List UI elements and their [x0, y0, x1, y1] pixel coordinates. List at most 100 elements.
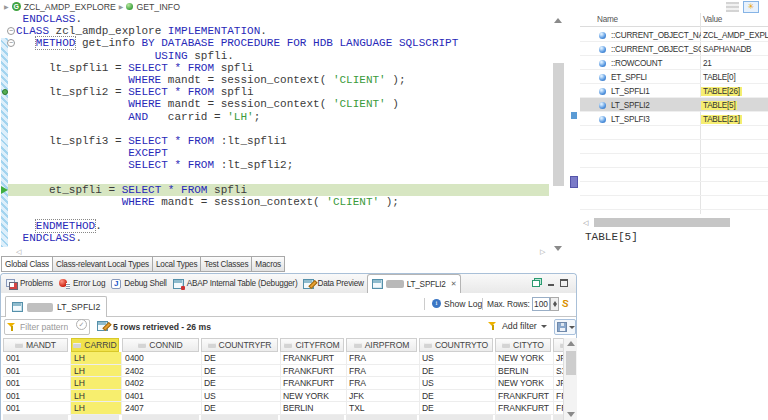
- scrollbar-thumb[interactable]: [566, 351, 576, 375]
- table-cell[interactable]: 001: [3, 377, 71, 390]
- table-cell[interactable]: 0400: [122, 352, 202, 365]
- show-log-link[interactable]: Show Log: [444, 299, 482, 309]
- table-cell[interactable]: FRANKFURT: [280, 377, 347, 390]
- column-header-connid[interactable]: CONNID: [122, 338, 199, 352]
- editor-tab-global-class[interactable]: Global Class: [1, 256, 53, 272]
- table-cell[interactable]: DE: [419, 365, 496, 378]
- chevron-right-icon[interactable]: ▶: [4, 3, 9, 10]
- table-cell[interactable]: TXL: [346, 402, 420, 415]
- column-header-cityfrom[interactable]: CITYFROM: [280, 338, 344, 352]
- collapse-all-icon[interactable]: [726, 2, 739, 12]
- table-cell[interactable]: DE: [201, 402, 281, 415]
- info-icon[interactable]: i: [432, 299, 441, 308]
- table-cell[interactable]: LH: [71, 365, 122, 378]
- table-cell[interactable]: 0402: [122, 377, 202, 390]
- scrollbar-thumb[interactable]: [553, 63, 564, 186]
- variables-hscrollbar[interactable]: ◁: [580, 217, 768, 229]
- table-cell[interactable]: NEW YORK: [495, 377, 554, 390]
- table-cell[interactable]: BERLIN: [495, 365, 554, 378]
- view-tab-debug-shell[interactable]: JDebug Shell: [108, 274, 169, 293]
- breadcrumb-method[interactable]: GET_INFO: [136, 2, 179, 12]
- name-column-header[interactable]: Name: [597, 15, 618, 24]
- table-cell[interactable]: 001: [3, 352, 71, 365]
- variable-row[interactable]: LT_SPLFI3TABLE[21]: [580, 112, 768, 126]
- column-header-countryfr[interactable]: COUNTRYFR: [201, 338, 278, 352]
- column-header-countryto[interactable]: COUNTRYTO: [419, 338, 493, 352]
- table-cell[interactable]: 001: [3, 402, 71, 415]
- overview-ruler-marker[interactable]: [570, 176, 578, 188]
- editor-tab-class-relevant-local-types[interactable]: Class-relevant Local Types: [53, 256, 153, 272]
- table-cell[interactable]: DE: [201, 365, 281, 378]
- fold-collapse-icon[interactable]: −: [7, 27, 15, 35]
- maximize-icon[interactable]: [560, 279, 568, 287]
- view-tab-data-preview[interactable]: Data Preview: [300, 274, 366, 293]
- breadcrumb-class[interactable]: ZCL_AMDP_EXPLORE: [24, 2, 116, 12]
- code-text[interactable]: ENDCLASS.CLASS zcl_amdp_explore IMPLEMEN…: [16, 13, 458, 245]
- table-cell[interactable]: FRA: [346, 365, 420, 378]
- column-header-airpfrom[interactable]: AIRPFROM: [346, 338, 417, 352]
- variable-row[interactable]: ::CURRENT_OBJECT_SCHEMASAPHANADB: [580, 42, 768, 56]
- scroll-up-icon[interactable]: [567, 341, 575, 346]
- table-cell[interactable]: LH: [71, 377, 122, 390]
- table-cell[interactable]: 0401: [122, 390, 202, 403]
- fold-collapse-icon[interactable]: −: [7, 39, 15, 47]
- table-cell[interactable]: 001: [3, 365, 71, 378]
- view-tab-abap-internal-table-debugger-[interactable]: ABAP Internal Table (Debugger): [170, 274, 301, 293]
- table-cell[interactable]: DE: [419, 402, 496, 415]
- variable-row[interactable]: ::ROWCOUNT21: [580, 56, 768, 70]
- variable-row[interactable]: ::CURRENT_OBJECT_NAMEZCL_AMDP_EXPLO: [580, 28, 768, 42]
- scroll-down-icon[interactable]: [554, 246, 562, 251]
- table-cell[interactable]: FRANKFURT: [495, 402, 554, 415]
- apply-filter-button[interactable]: ✓: [76, 319, 87, 330]
- table-cell[interactable]: NEW YORK: [280, 390, 347, 403]
- view-tab-error-log[interactable]: Error Log: [56, 274, 108, 293]
- scroll-down-icon[interactable]: [567, 412, 575, 417]
- table-cell[interactable]: FRA: [346, 352, 420, 365]
- table-cell[interactable]: FRANKFURT: [280, 365, 347, 378]
- variable-row[interactable]: LT_SPFLI1TABLE[26]: [580, 84, 768, 98]
- table-cell[interactable]: LH: [71, 390, 122, 403]
- table-cell[interactable]: LH: [71, 402, 122, 415]
- overview-ruler-marker[interactable]: [571, 112, 577, 119]
- column-header-cityto[interactable]: CITYTO: [495, 338, 551, 352]
- scrollbar-thumb[interactable]: [594, 218, 730, 227]
- table-cell[interactable]: JFK: [346, 390, 420, 403]
- value-column-header[interactable]: Value: [703, 15, 722, 24]
- table-cell[interactable]: 2407: [122, 402, 202, 415]
- table-cell[interactable]: FRA: [346, 377, 420, 390]
- max-rows-input[interactable]: 100: [532, 297, 550, 311]
- table-cell[interactable]: FRANKFURT: [280, 352, 347, 365]
- refresh-icon[interactable]: S: [561, 298, 569, 310]
- table-cell[interactable]: 2402: [122, 365, 202, 378]
- table-cell[interactable]: FRANKFURT: [495, 390, 554, 403]
- restore-icon[interactable]: [532, 278, 542, 287]
- table-cell[interactable]: LH: [71, 352, 122, 365]
- add-filter-button[interactable]: Add filter: [488, 321, 547, 331]
- table-cell[interactable]: US: [419, 352, 496, 365]
- minimize-icon[interactable]: [547, 279, 555, 287]
- column-header-mandt[interactable]: MANDT: [3, 338, 68, 352]
- editor-hscrollbar[interactable]: ◁▷: [0, 248, 549, 256]
- table-cell[interactable]: NEW YORK: [495, 352, 554, 365]
- variable-row[interactable]: ET_SPFLITABLE[0]: [580, 70, 768, 84]
- chevron-right-icon[interactable]: ▶: [119, 3, 124, 10]
- editor-tab-macros[interactable]: Macros: [252, 256, 285, 272]
- variable-row[interactable]: LT_SPFLI2TABLE[5]: [580, 98, 768, 112]
- variables-settings-icon[interactable]: ✳: [743, 1, 759, 13]
- table-cell[interactable]: BERLIN: [280, 402, 347, 415]
- view-tab-problems[interactable]: Problems: [3, 274, 56, 293]
- table-cell[interactable]: US: [419, 377, 496, 390]
- close-icon[interactable]: ✕: [451, 280, 457, 288]
- table-cell[interactable]: DE: [201, 377, 281, 390]
- editor-vscrollbar[interactable]: [551, 13, 567, 259]
- editor-tab-test-classes[interactable]: Test Classes: [201, 256, 252, 272]
- table-vscrollbar[interactable]: [563, 338, 577, 420]
- table-cell[interactable]: DE: [419, 390, 496, 403]
- view-tab-lt-spfli2[interactable]: LT_SPFLI2✕: [367, 274, 462, 293]
- breakpoint-icon[interactable]: [2, 89, 8, 95]
- scroll-up-icon[interactable]: [554, 18, 562, 23]
- editor-tab-local-types[interactable]: Local Types: [153, 256, 201, 272]
- max-rows-stepper[interactable]: [550, 297, 559, 311]
- result-tab[interactable]: LT_SPFLI2: [5, 296, 107, 317]
- save-results-button[interactable]: [554, 319, 576, 335]
